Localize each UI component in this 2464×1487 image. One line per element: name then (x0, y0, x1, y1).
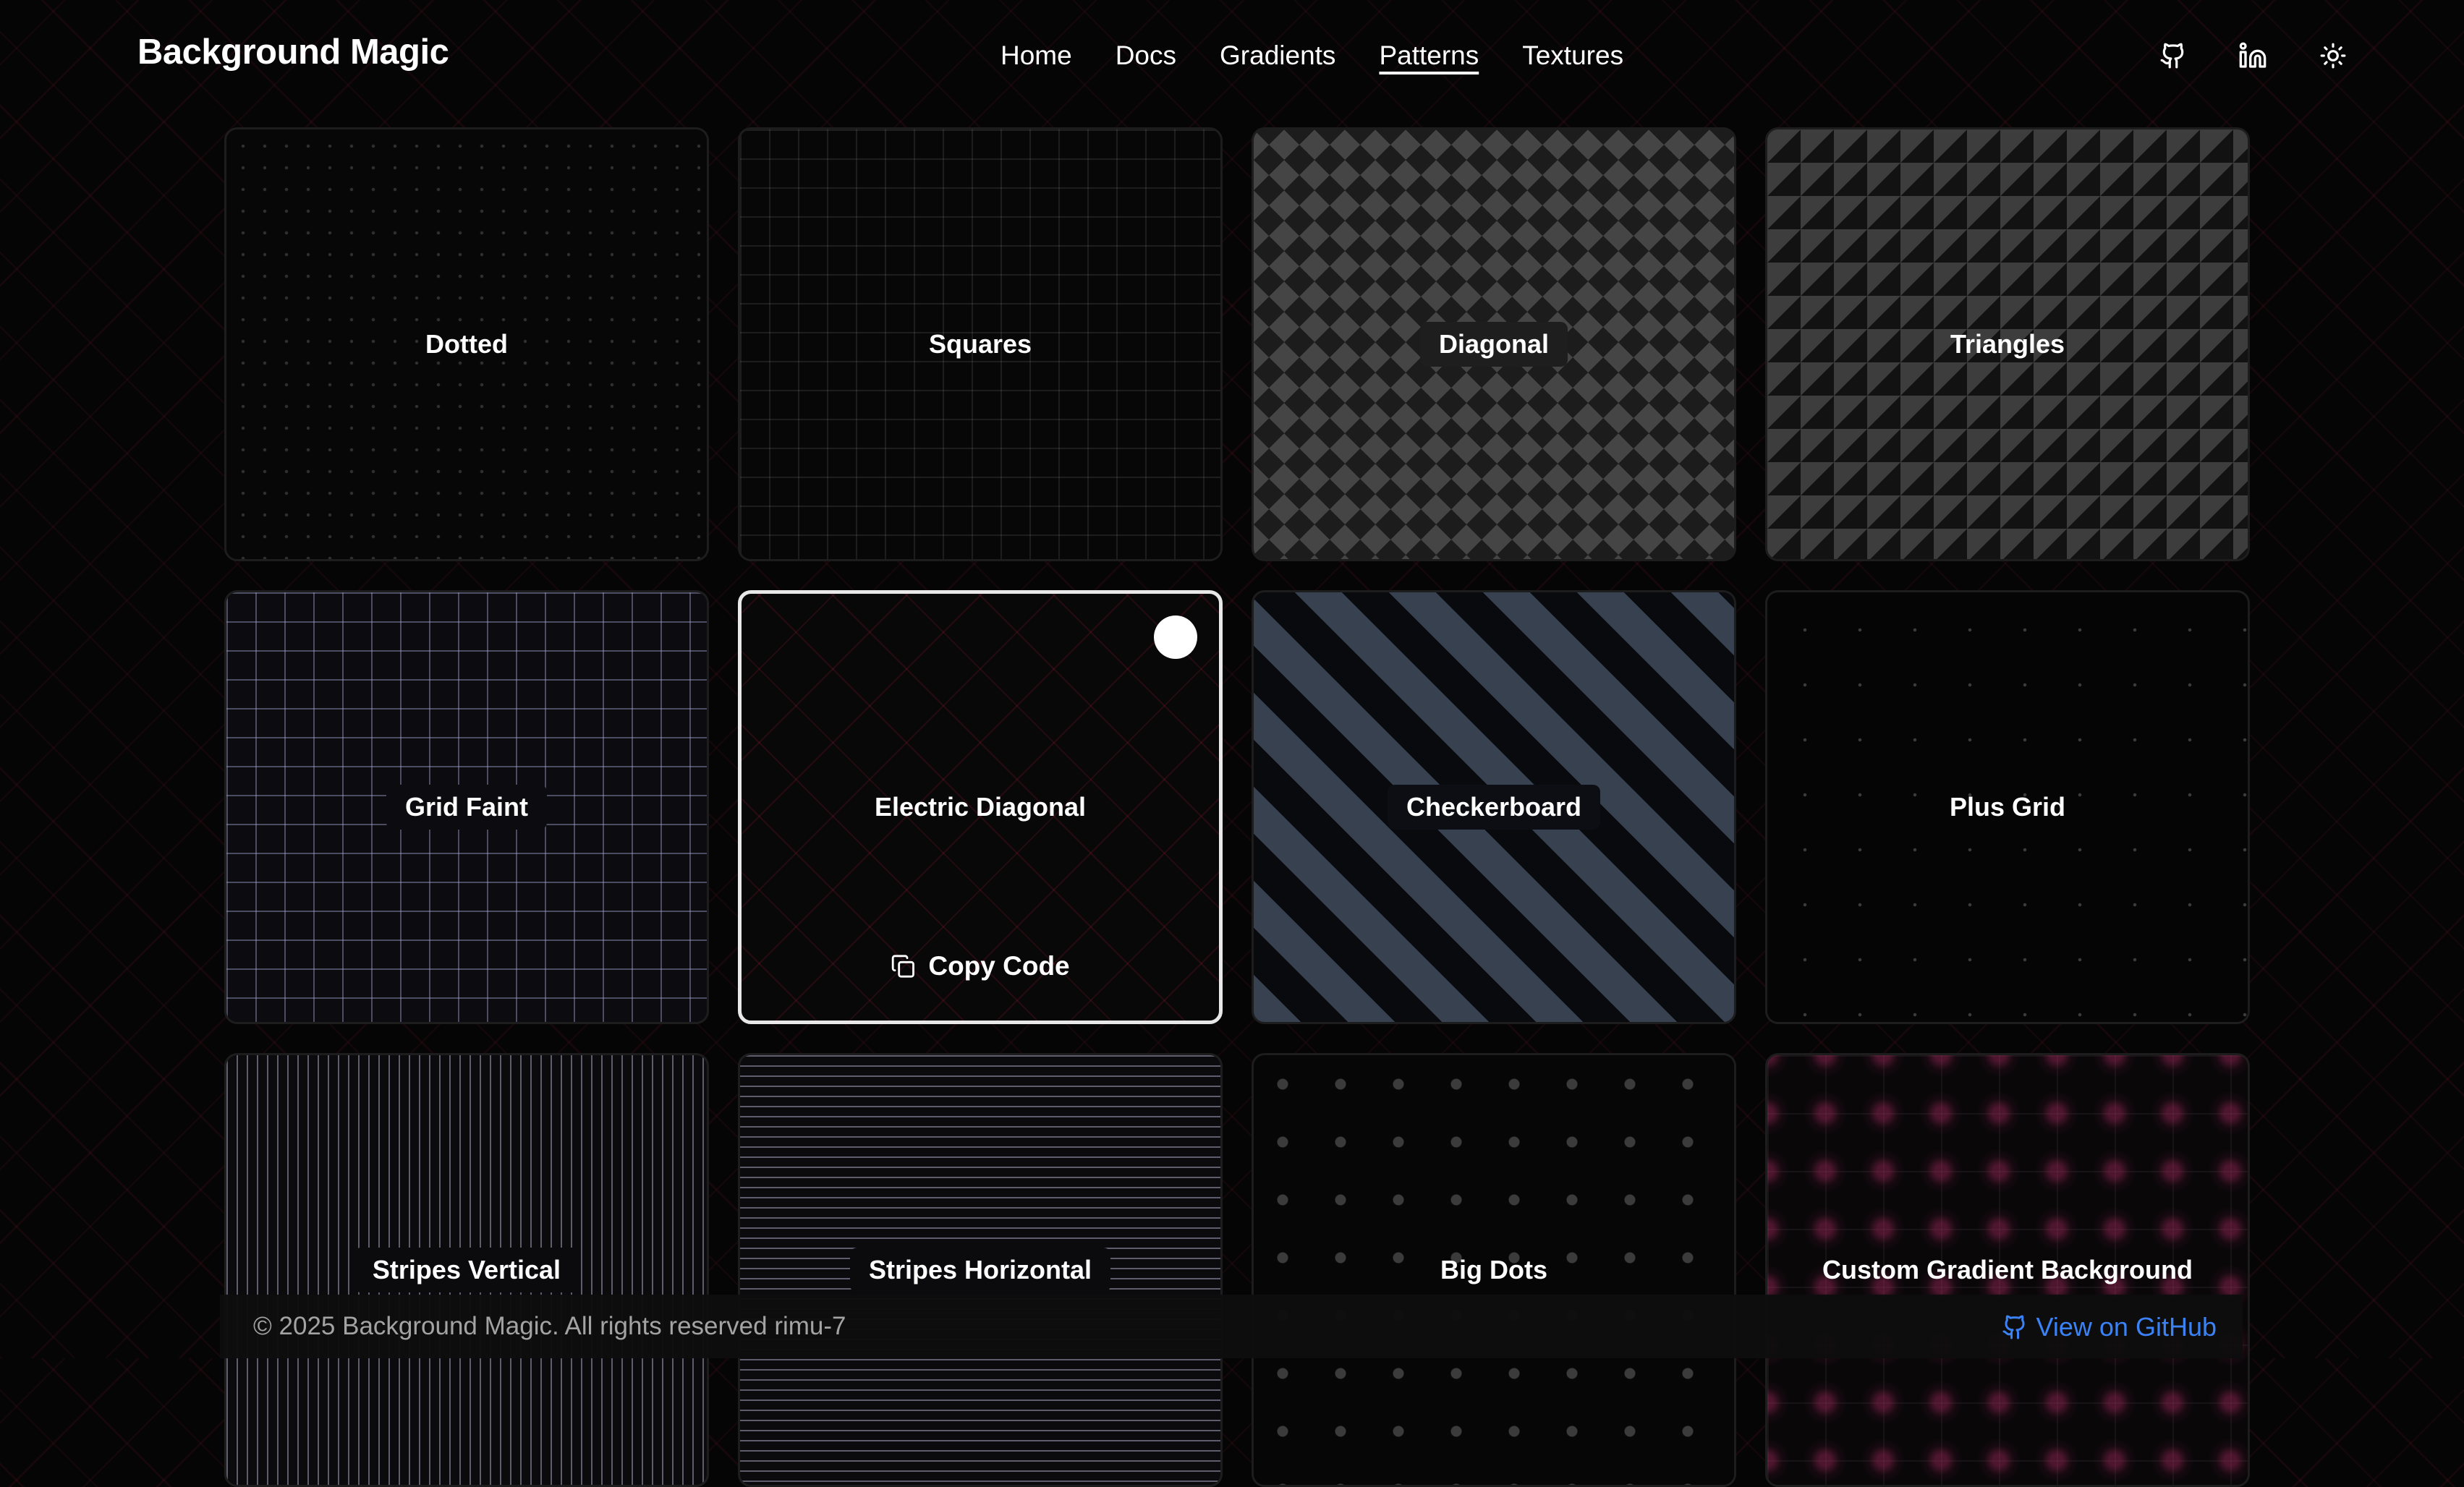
copy-icon (891, 955, 914, 978)
pattern-card-triangles[interactable]: Triangles (1765, 127, 2250, 561)
pattern-card-label: Squares (928, 329, 1032, 359)
pattern-card-label: Checkerboard (1387, 785, 1601, 830)
copy-code-button[interactable]: Copy Code (876, 945, 1084, 987)
pattern-card-custom-gradient[interactable]: Custom Gradient Background (1765, 1053, 2250, 1487)
pattern-card-stripes-horizontal[interactable]: Stripes Horizontal (738, 1053, 1223, 1487)
pattern-card-label: Stripes Horizontal (849, 1248, 1111, 1292)
nav-textures[interactable]: Textures (1522, 41, 1623, 75)
selected-indicator-dot (1154, 615, 1197, 659)
pattern-card-big-dots[interactable]: Big Dots (1252, 1053, 1736, 1487)
site-logo-title[interactable]: Background Magic (137, 32, 449, 72)
pattern-card-squares[interactable]: Squares (738, 127, 1223, 561)
pattern-card-label: Dotted (425, 329, 508, 359)
pattern-card-checkerboard[interactable]: Checkerboard (1252, 590, 1736, 1024)
pattern-card-label: Diagonal (1419, 322, 1568, 367)
pattern-card-grid-faint[interactable]: Grid Faint (224, 590, 709, 1024)
pattern-card-dotted[interactable]: Dotted (224, 127, 709, 561)
pattern-card-label: Stripes Vertical (353, 1248, 580, 1292)
linkedin-button[interactable] (2235, 38, 2271, 74)
pattern-card-stripes-vertical[interactable]: Stripes Vertical (224, 1053, 709, 1487)
github-icon (2160, 43, 2184, 69)
footer-github-link[interactable]: View on GitHub (2002, 1312, 2217, 1342)
nav-home[interactable]: Home (1001, 41, 1072, 75)
site-footer: © 2025 Background Magic. All rights rese… (220, 1295, 2243, 1358)
pattern-card-label: Custom Gradient Background (1822, 1255, 2193, 1284)
sun-icon (2320, 43, 2346, 69)
github-button[interactable] (2155, 38, 2191, 74)
linkedin-icon (2239, 42, 2267, 68)
pattern-card-label: Triangles (1950, 329, 2065, 359)
nav-patterns[interactable]: Patterns (1379, 41, 1479, 75)
pattern-card-plus-grid[interactable]: Plus Grid (1765, 590, 2250, 1024)
pattern-card-label: Big Dots (1440, 1255, 1547, 1284)
pattern-card-electric-diagonal[interactable]: Electric Diagonal Copy Code (738, 590, 1223, 1024)
site-header: Background Magic Home Docs Gradients Pat… (0, 0, 2464, 112)
footer-copyright: © 2025 Background Magic. All rights rese… (253, 1312, 846, 1340)
nav-docs[interactable]: Docs (1116, 41, 1176, 75)
pattern-card-label: Plus Grid (1949, 792, 2066, 822)
footer-github-label: View on GitHub (2036, 1312, 2217, 1342)
pattern-card-label: Electric Diagonal (874, 792, 1087, 822)
nav-gradients[interactable]: Gradients (1220, 41, 1335, 75)
pattern-card-diagonal[interactable]: Diagonal (1252, 127, 1736, 561)
theme-toggle-button[interactable] (2315, 38, 2351, 74)
main-nav: Home Docs Gradients Patterns Textures (1001, 41, 1667, 75)
copy-code-label: Copy Code (928, 951, 1070, 981)
pattern-card-label: Grid Faint (386, 785, 547, 830)
github-icon (2002, 1315, 2025, 1339)
